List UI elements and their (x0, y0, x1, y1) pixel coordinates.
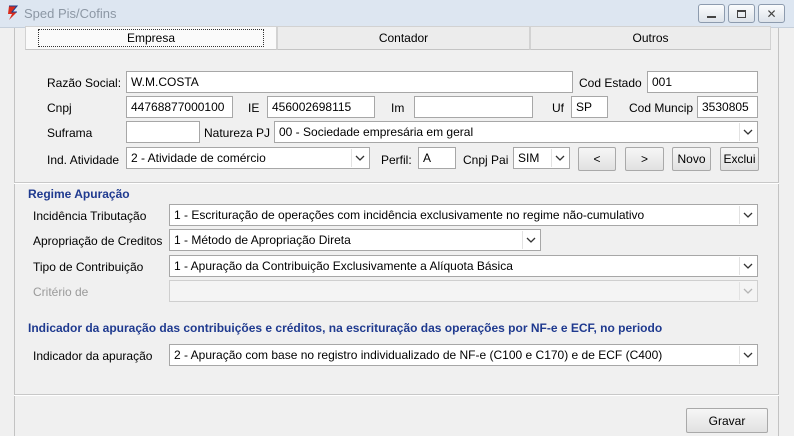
cod-muncip-input[interactable]: 3530805 (697, 96, 758, 118)
apropriacao-value: 1 - Método de Apropriação Direta (174, 233, 351, 247)
separator (14, 394, 779, 396)
maximize-icon (737, 9, 746, 18)
razao-social-label: Razão Social: (47, 76, 122, 90)
close-icon: ✕ (766, 6, 777, 21)
chevron-down-icon (739, 257, 756, 275)
perfil-input[interactable]: A (418, 147, 456, 169)
chevron-down-icon (739, 282, 756, 300)
natureza-pj-select[interactable]: 00 - Sociedade empresária em geral (274, 121, 758, 143)
novo-button[interactable]: Novo (672, 147, 711, 171)
minimize-button[interactable] (698, 4, 725, 23)
separator (14, 182, 779, 184)
regime-apuracao-title: Regime Apuração (28, 187, 130, 201)
natureza-pj-value: 00 - Sociedade empresária em geral (279, 125, 474, 139)
uf-input[interactable]: SP (571, 96, 608, 118)
title-bar: Sped Pis/Cofins ✕ (0, 0, 794, 28)
cnpj-pai-value: SIM (518, 151, 540, 165)
im-label: Im (391, 101, 405, 115)
criterio-select (169, 280, 758, 302)
tab-outros[interactable]: Outros (530, 26, 771, 50)
chevron-down-icon (522, 231, 539, 249)
apropriacao-label: Apropriação de Creditos (33, 234, 163, 248)
im-input[interactable] (414, 96, 533, 118)
chevron-down-icon (551, 149, 568, 167)
tipo-contribuicao-select[interactable]: 1 - Apuração da Contribuição Exclusivame… (169, 255, 758, 277)
razao-social-input[interactable]: W.M.COSTA (126, 71, 573, 93)
ind-atividade-select[interactable]: 2 - Atividade de comércio (126, 147, 370, 169)
cod-estado-label: Cod Estado (579, 76, 642, 90)
incidencia-label: Incidência Tributação (33, 209, 147, 223)
cnpj-pai-select[interactable]: SIM (513, 147, 570, 169)
next-button[interactable]: > (625, 147, 664, 171)
tipo-contribuicao-value: 1 - Apuração da Contribuição Exclusivame… (174, 259, 513, 273)
gravar-button[interactable]: Gravar (686, 408, 768, 433)
apropriacao-select[interactable]: 1 - Método de Apropriação Direta (169, 229, 541, 251)
previous-button[interactable]: < (578, 147, 616, 171)
chevron-down-icon (739, 206, 756, 224)
criterio-label: Critério de (33, 285, 89, 299)
suframa-input[interactable] (126, 121, 200, 143)
cod-muncip-label: Cod Muncip (629, 101, 694, 115)
suframa-label: Suframa (47, 126, 93, 140)
tab-empresa[interactable]: Empresa (25, 26, 277, 50)
window-title: Sped Pis/Cofins (24, 6, 117, 21)
cod-estado-input[interactable]: 001 (647, 71, 758, 93)
chevron-down-icon (351, 149, 368, 167)
indicador-select[interactable]: 2 - Apuração com base no registro indivi… (169, 344, 758, 366)
chevron-down-icon (739, 123, 756, 141)
tipo-contribuicao-label: Tipo de Contribuição (33, 260, 144, 274)
ind-atividade-label: Ind. Atividade (47, 153, 120, 167)
natureza-pj-label: Natureza PJ (204, 126, 271, 140)
ie-label: IE (248, 101, 260, 115)
exclui-button[interactable]: Exclui (720, 147, 759, 171)
maximize-button[interactable] (728, 4, 755, 23)
indicador-apuracao-title: Indicador da apuração das contribuições … (28, 321, 663, 335)
cnpj-pai-label: Cnpj Pai (463, 153, 509, 167)
ind-atividade-value: 2 - Atividade de comércio (131, 151, 266, 165)
incidencia-value: 1 - Escrituração de operações com incidê… (174, 208, 645, 222)
tab-outros-label: Outros (632, 31, 669, 45)
chevron-down-icon (739, 346, 756, 364)
app-logo-icon (8, 5, 19, 20)
minimize-icon (707, 15, 716, 18)
uf-label: Uf (552, 101, 564, 115)
tab-empresa-label: Empresa (37, 29, 265, 47)
perfil-label: Perfil: (381, 153, 412, 167)
tab-contador[interactable]: Contador (277, 26, 530, 50)
indicador-value: 2 - Apuração com base no registro indivi… (174, 348, 663, 362)
incidencia-select[interactable]: 1 - Escrituração de operações com incidê… (169, 204, 758, 226)
tab-contador-label: Contador (378, 31, 429, 45)
cnpj-label: Cnpj (47, 101, 72, 115)
cnpj-input[interactable]: 44768877000100 (126, 96, 233, 118)
close-button[interactable]: ✕ (758, 4, 785, 23)
indicador-label: Indicador da apuração (33, 349, 153, 363)
ie-input[interactable]: 456002698115 (267, 96, 375, 118)
